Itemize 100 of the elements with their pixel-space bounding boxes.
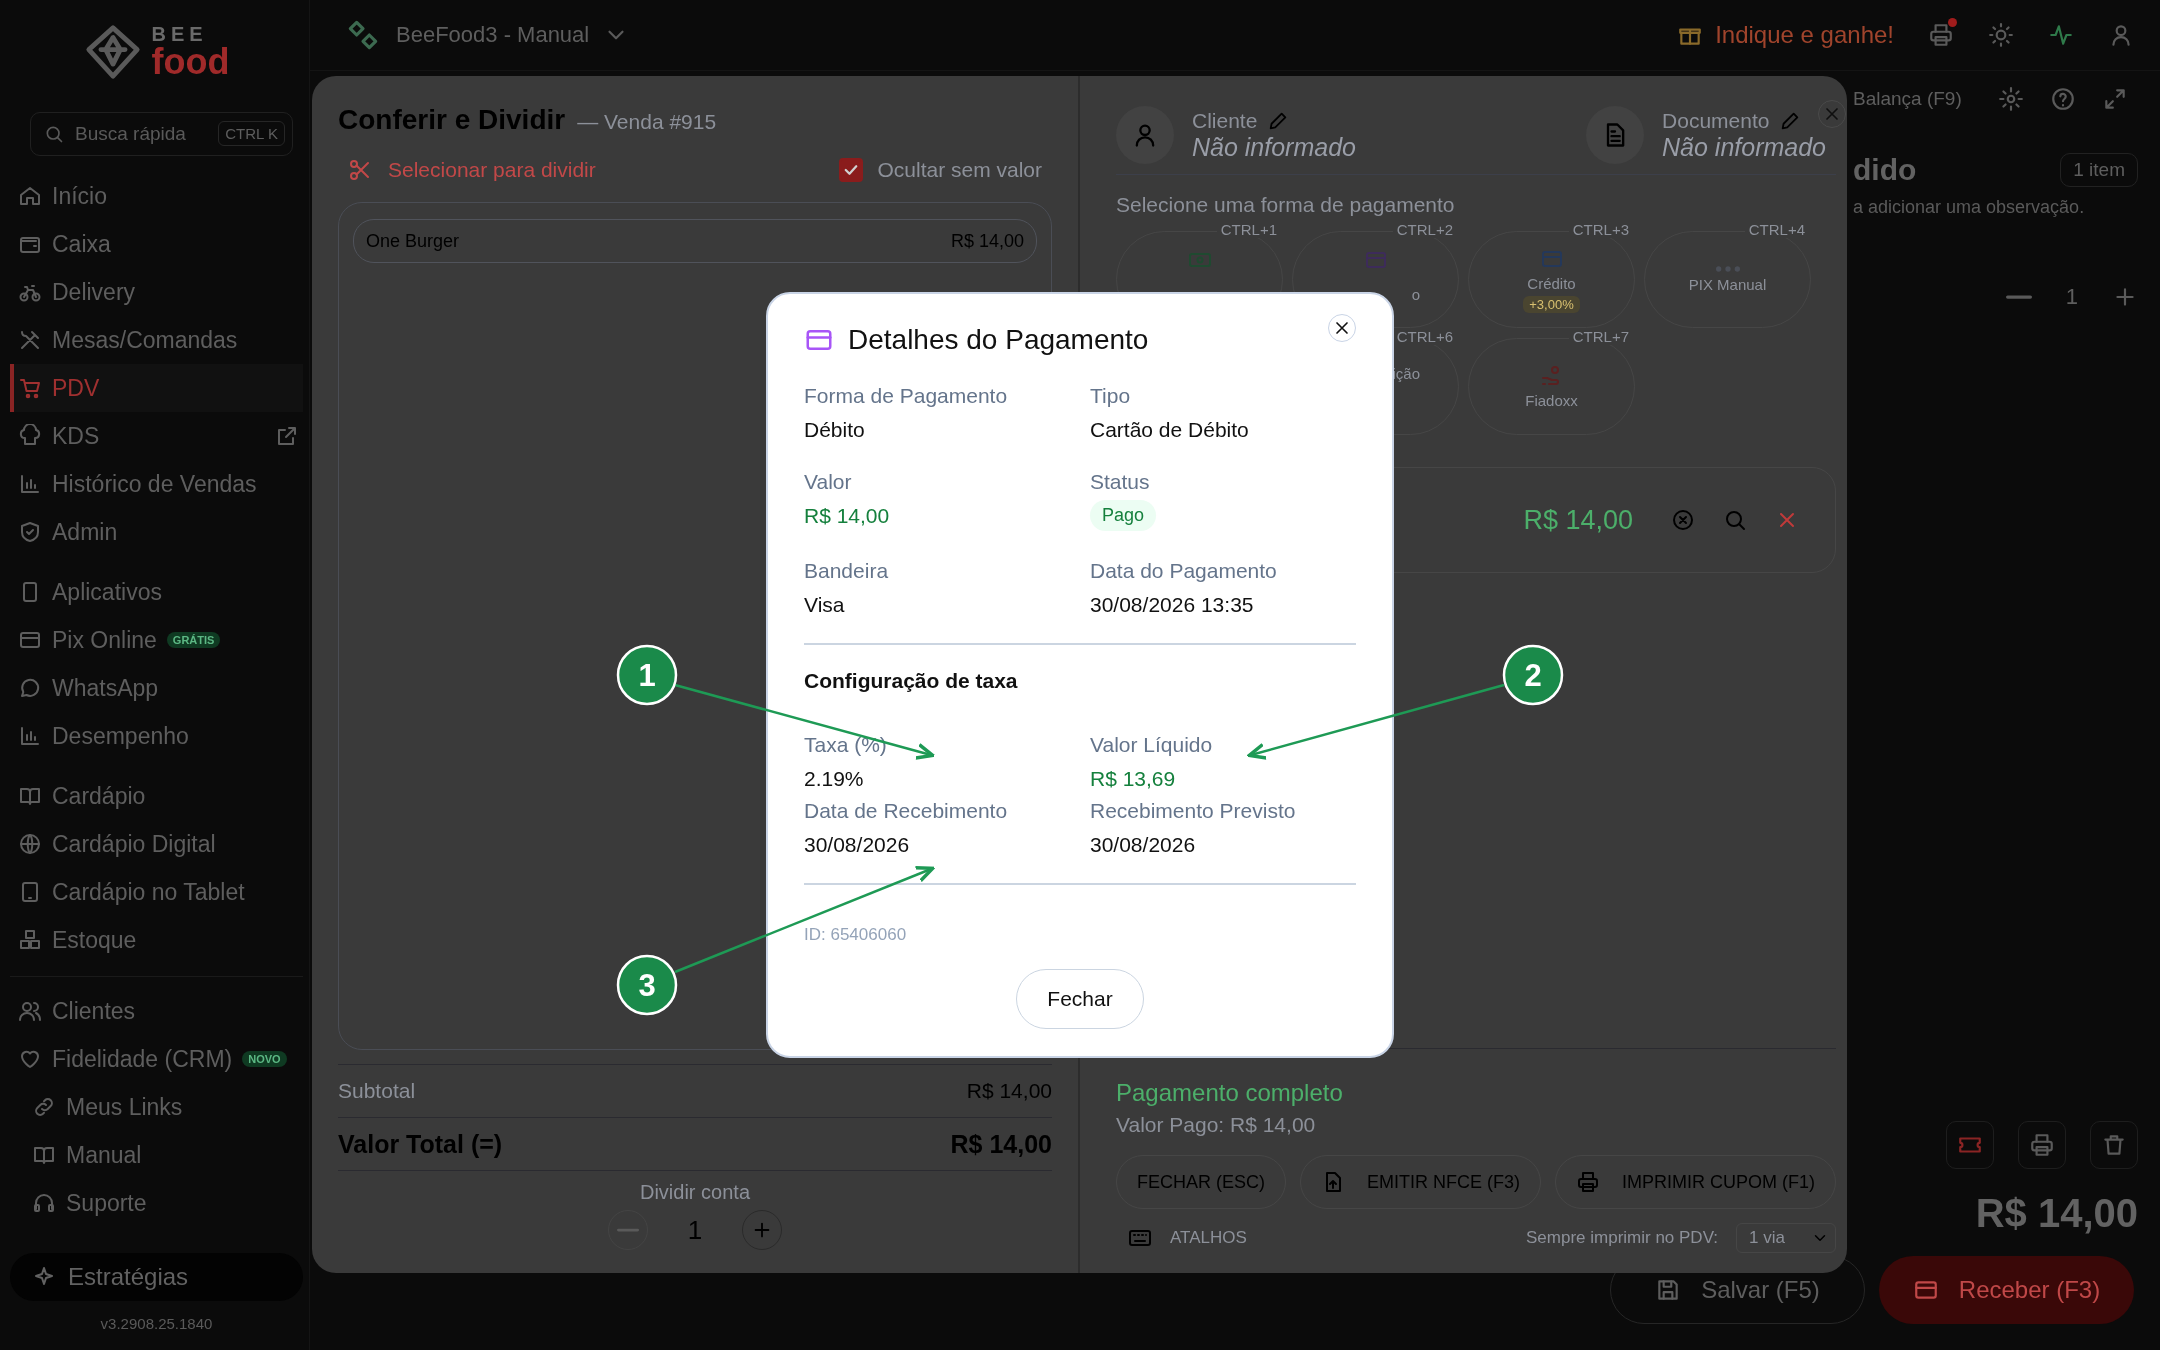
sidebar-item[interactable]: Meus Links	[24, 1083, 303, 1131]
method-label: PIX Manual	[1688, 276, 1767, 293]
sidebar-item[interactable]: Manual	[24, 1131, 303, 1179]
sidebar-item[interactable]: Aplicativos	[10, 568, 303, 616]
checkbox-label: Ocultar sem valor	[877, 158, 1042, 182]
sidebar-item[interactable]: Início	[10, 172, 303, 220]
sidebar-item[interactable]: Mesas/Comandas	[10, 316, 303, 364]
printer-icon	[1928, 22, 1954, 48]
sidebar-item-label: Delivery	[52, 278, 136, 306]
sidebar-item[interactable]: KDS	[10, 412, 303, 460]
store-selector[interactable]: BeeFood3 - Manual	[396, 22, 590, 48]
sidebar-item[interactable]: Clientes	[10, 987, 303, 1035]
item-price: R$ 14,00	[950, 230, 1024, 252]
boxes-icon	[18, 928, 42, 952]
sidebar-item-label: Clientes	[52, 997, 136, 1025]
status-badge: Pago	[1090, 500, 1157, 531]
badge: GRÁTIS	[166, 632, 221, 648]
bar-chart-icon	[18, 472, 42, 496]
field-label: Data do Pagamento	[1090, 559, 1277, 583]
sidebar-item-label: Meus Links	[66, 1093, 183, 1121]
checkbox[interactable]	[839, 158, 864, 182]
shortcut-key: CTRL K	[218, 121, 285, 146]
customer-value: Não informado	[1192, 132, 1356, 162]
split-bill-label: Dividir conta	[639, 1181, 750, 1204]
sidebar-item[interactable]: Delivery	[10, 268, 303, 316]
sidebar-item[interactable]: Cardápio	[10, 772, 303, 820]
field-value: 2.19%	[804, 767, 864, 791]
sidebar-item[interactable]: Admin	[10, 508, 303, 556]
logo-wordmark-bottom: food	[151, 44, 230, 80]
scale-button[interactable]: Balança (F9)	[1853, 88, 1962, 110]
field-value: 30/08/2026 13:35	[1090, 593, 1254, 617]
shield-icon	[18, 520, 42, 544]
fee-badge: +3,00%	[1523, 295, 1580, 313]
item-count: 1 item	[2060, 153, 2138, 187]
print-button[interactable]	[2018, 1121, 2066, 1169]
shortcuts-link[interactable]: ATALHOS	[1170, 1228, 1247, 1248]
field-label: Data de Recebimento	[804, 799, 1008, 823]
split-count: 1	[687, 1214, 703, 1246]
sidebar-item[interactable]: Caixa	[10, 220, 303, 268]
ticket-button[interactable]	[1946, 1121, 1994, 1169]
field-value: 30/08/2026	[804, 833, 910, 857]
order-total: R$ 14,00	[1974, 1191, 2138, 1236]
field-label: Taxa (%)	[804, 733, 887, 757]
referral-link[interactable]: Indique e ganhe!	[1715, 21, 1894, 49]
order-hint: a adicionar uma observação.	[1853, 197, 2086, 218]
bar-chart-icon	[18, 724, 42, 748]
select-to-split-button[interactable]: Selecionar para dividir	[348, 158, 596, 182]
quantity-value: 1	[2065, 284, 2078, 310]
document-value: Não informado	[1662, 132, 1826, 162]
callout-marker: 2	[1502, 644, 1564, 706]
utensils-icon	[18, 328, 42, 352]
sidebar-item-label: Início	[52, 182, 107, 210]
strategies-button[interactable]: Estratégias	[10, 1253, 303, 1301]
sidebar-item-label: Pix Online	[52, 626, 157, 654]
document-label[interactable]: Documento	[1662, 108, 1826, 133]
diamond-icon	[83, 23, 142, 81]
headphones-icon	[32, 1191, 56, 1215]
field-value: Débito	[804, 418, 865, 442]
delete-button[interactable]	[2090, 1121, 2138, 1169]
globe-icon	[18, 832, 42, 856]
dots-icon	[1715, 266, 1740, 272]
sidebar-item[interactable]: Histórico de Vendas	[10, 460, 303, 508]
sidebar-item-label: Cardápio	[52, 782, 146, 810]
receive-button[interactable]: Receber (F3)	[1879, 1256, 2134, 1324]
field-value: R$ 13,69	[1090, 767, 1176, 791]
field-label: Forma de Pagamento	[804, 384, 1008, 408]
copies-select[interactable]: 1 via	[1736, 1223, 1836, 1253]
total-label: Valor Total (=)	[338, 1129, 503, 1159]
printer-icon	[1576, 1170, 1600, 1194]
sidebar-item-label: Histórico de Vendas	[52, 470, 257, 498]
payment-id: ID: 65406060	[804, 925, 908, 945]
gear-icon	[1997, 86, 2024, 112]
sidebar-item[interactable]: Pix Online GRÁTIS	[10, 616, 303, 664]
sidebar-item[interactable]: PDV	[10, 364, 303, 412]
total-value: R$ 14,00	[950, 1129, 1052, 1159]
item-row[interactable]: One Burger R$ 14,00	[353, 219, 1037, 263]
chat-bubble-icon	[18, 676, 42, 700]
users-icon	[18, 999, 42, 1023]
sidebar-item[interactable]: Cardápio no Tablet	[10, 868, 303, 916]
sidebar-item[interactable]: Estoque	[10, 916, 303, 964]
sidebar-item[interactable]: Suporte	[24, 1179, 303, 1227]
version-label: v3.2908.25.1840	[99, 1314, 214, 1334]
customer-label[interactable]: Cliente	[1192, 108, 1356, 133]
sidebar-item[interactable]: Cardápio Digital	[10, 820, 303, 868]
sidebar-item-label: Caixa	[52, 230, 111, 258]
field-label: Bandeira	[804, 559, 889, 583]
sidebar-item-label: Fidelidade (CRM)	[52, 1045, 233, 1073]
sidebar-item[interactable]: WhatsApp	[10, 664, 303, 712]
sidebar-item-label: Cardápio no Tablet	[52, 878, 245, 906]
sidebar-item[interactable]: Desempenho	[10, 712, 303, 760]
printer-icon	[2029, 1132, 2055, 1158]
house-icon	[18, 184, 42, 208]
modal-title: Conferir e Dividir	[338, 104, 566, 136]
field-value: Cartão de Débito	[1090, 418, 1249, 442]
search-icon	[44, 124, 64, 144]
sidebar-item-label: Suporte	[66, 1189, 147, 1217]
sidebar-item-label: Mesas/Comandas	[52, 326, 238, 354]
print-setting-label: Sempre imprimir no PDV:	[1526, 1228, 1719, 1248]
close-dialog-button[interactable]: Fechar	[1016, 969, 1144, 1029]
sidebar-item[interactable]: Fidelidade (CRM) NOVO	[10, 1035, 303, 1083]
